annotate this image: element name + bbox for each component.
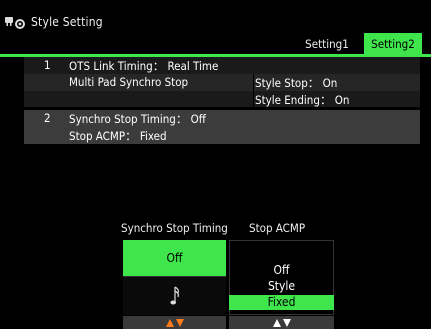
style-stop-value: Style Stop： On [255, 76, 338, 90]
tab-setting2[interactable]: Setting2 [364, 33, 422, 54]
setting-row-stop-acmp[interactable]: Stop ACMP： Fixed [24, 127, 420, 144]
stop-acmp-option-style[interactable]: Style [229, 279, 334, 293]
up-down-arrows-icon [165, 318, 184, 327]
stop-acmp-option-off[interactable]: Off [229, 263, 334, 277]
note-icon [170, 286, 179, 305]
style-setting-icon [5, 17, 25, 29]
multi-pad-synchro-stop-label: Multi Pad Synchro Stop [69, 75, 189, 89]
ots-link-timing-label: OTS Link Timing： Real Time [69, 59, 219, 73]
page-title: Style Setting [31, 15, 103, 29]
setting-row-synchro-stop-timing[interactable]: 2 Synchro Stop Timing： Off [24, 110, 420, 127]
stop-acmp-option-fixed[interactable]: Fixed [229, 295, 334, 310]
setting-row-style-ending[interactable]: Style Ending： On [24, 91, 420, 107]
setting-row-multi-pad-synchro-stop[interactable]: Multi Pad Synchro Stop Style Stop： On [24, 74, 420, 91]
synchro-stop-timing-header: Synchro Stop Timing [121, 221, 228, 235]
stop-acmp-label: Stop ACMP： Fixed [69, 129, 167, 143]
header-bar: Style Setting Setting1 Setting2 [0, 0, 431, 54]
synchro-stop-timing-selected-option[interactable]: Off [123, 240, 226, 276]
row-number: 2 [44, 111, 51, 125]
style-ending-value: Style Ending： On [255, 93, 350, 107]
stop-acmp-header: Stop ACMP [249, 221, 306, 235]
column-divider [253, 74, 254, 107]
up-down-arrows-icon [272, 318, 291, 327]
tab-setting1[interactable]: Setting1 [292, 33, 362, 54]
setting-row-ots-link-timing[interactable]: 1 OTS Link Timing： Real Time [24, 57, 420, 74]
stop-acmp-arrows[interactable] [229, 316, 334, 329]
synchro-stop-timing-arrows[interactable] [123, 316, 226, 329]
row-number: 1 [44, 58, 51, 72]
synchro-stop-timing-label: Synchro Stop Timing： Off [69, 112, 206, 126]
